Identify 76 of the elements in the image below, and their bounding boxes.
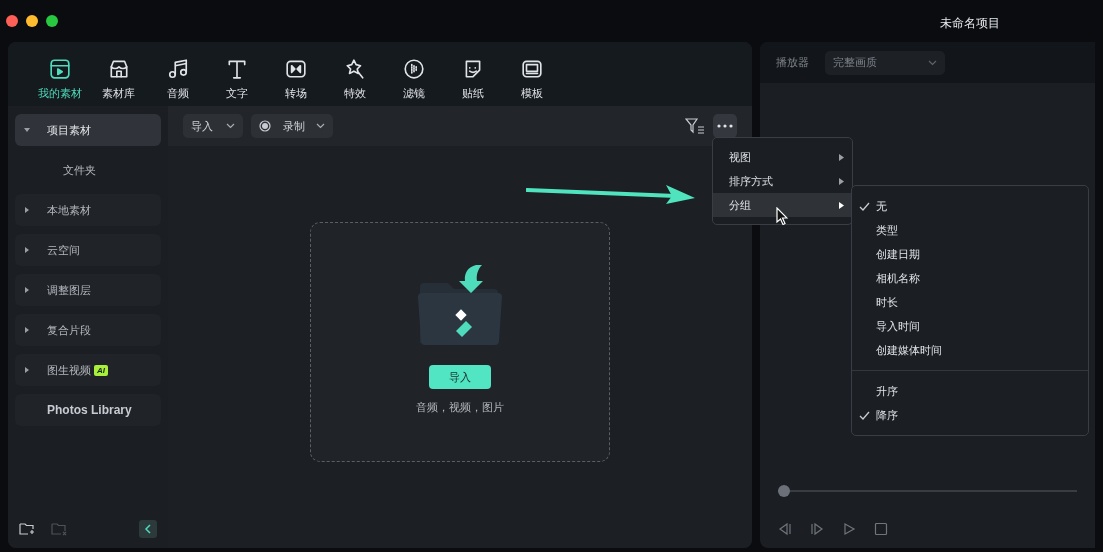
chevron-down-icon <box>316 123 325 129</box>
stop-icon[interactable] <box>874 522 888 536</box>
submenu-arrow-icon <box>839 177 844 185</box>
submenu-arrow-icon <box>839 153 844 161</box>
tab[interactable]: 音频 <box>148 58 207 106</box>
filter-circle-icon <box>402 58 425 80</box>
minimize-button[interactable] <box>26 15 38 27</box>
submenu-arrow-icon <box>839 201 844 209</box>
chevron-left-icon <box>144 524 152 534</box>
supported-formats-text: 音频，视频，图片 <box>416 400 504 415</box>
sidebar-item[interactable]: 云空间 <box>15 234 161 266</box>
more-button[interactable] <box>713 114 737 138</box>
import-button[interactable]: 导入 <box>429 365 491 389</box>
submenu-item[interactable]: 导入时间 <box>852 314 1088 338</box>
template-icon <box>520 58 543 80</box>
submenu-item[interactable]: 无 <box>852 194 1088 218</box>
submenu-item[interactable]: 降序 <box>852 403 1088 427</box>
caret-right-icon <box>23 326 31 334</box>
quality-dropdown[interactable]: 完整画质 <box>825 50 945 75</box>
menu-item[interactable]: 排序方式 <box>713 169 852 193</box>
submenu-item[interactable]: 类型 <box>852 218 1088 242</box>
import-dropdown[interactable]: 导入 <box>183 114 243 138</box>
sidebar-item[interactable]: Photos Library <box>15 394 161 426</box>
tab[interactable]: 特效 <box>325 58 384 106</box>
mouse-cursor-icon <box>776 207 788 225</box>
submenu-item[interactable]: 相机名称 <box>852 266 1088 290</box>
more-icon <box>717 124 733 128</box>
media-icon <box>48 58 71 80</box>
transition-icon <box>284 58 307 80</box>
previous-frame-icon[interactable] <box>778 522 792 536</box>
collapse-button[interactable] <box>139 520 157 538</box>
chevron-down-icon <box>226 123 235 129</box>
play-icon[interactable] <box>842 522 856 536</box>
tab[interactable]: 滤镜 <box>384 58 443 106</box>
progress-thumb[interactable] <box>778 485 790 497</box>
submenu-item[interactable]: 升序 <box>852 379 1088 403</box>
store-icon <box>107 58 130 80</box>
sidebar-item[interactable]: 图生视频 AI <box>15 354 161 386</box>
close-button[interactable] <box>6 15 18 27</box>
caret-down-icon <box>23 126 31 134</box>
sidebar-item[interactable]: 本地素材 <box>15 194 161 226</box>
tab[interactable]: 贴纸 <box>443 58 502 106</box>
new-folder-icon[interactable] <box>19 522 35 536</box>
checkmark-icon <box>859 410 870 420</box>
zoom-button[interactable] <box>46 15 58 27</box>
tab[interactable]: 文字 <box>207 58 266 106</box>
chevron-down-icon <box>928 59 937 66</box>
record-dropdown[interactable]: 录制 <box>251 114 333 138</box>
ai-badge: AI <box>94 364 108 376</box>
menu-item[interactable]: 分组 <box>713 193 852 217</box>
music-note-icon <box>166 58 189 80</box>
caret-right-icon <box>23 206 31 214</box>
sidebar-item[interactable]: 调整图层 <box>15 274 161 306</box>
player-label: 播放器 <box>776 55 809 71</box>
window-title: 未命名项目 <box>940 15 1000 32</box>
sidebar-subitem[interactable]: 文件夹 <box>15 154 161 186</box>
filter-icon[interactable] <box>685 117 705 135</box>
caret-right-icon <box>23 246 31 254</box>
sidebar-item[interactable]: 项目素材 <box>15 114 161 146</box>
sidebar-item[interactable]: 复合片段 <box>15 314 161 346</box>
tab[interactable]: 素材库 <box>89 58 148 106</box>
submenu-item[interactable]: 创建日期 <box>852 242 1088 266</box>
text-icon <box>225 58 248 80</box>
record-icon <box>259 120 271 132</box>
caret-right-icon <box>23 366 31 374</box>
tab[interactable]: 转场 <box>266 58 325 106</box>
checkmark-icon <box>859 201 870 211</box>
caret-right-icon <box>23 286 31 294</box>
submenu-item[interactable]: 创建媒体时间 <box>852 338 1088 362</box>
progress-slider[interactable] <box>778 485 1077 497</box>
next-frame-icon[interactable] <box>810 522 824 536</box>
drop-zone[interactable]: 导入 音频，视频，图片 <box>310 222 610 462</box>
submenu-item[interactable]: 时长 <box>852 290 1088 314</box>
menu-item[interactable]: 视图 <box>713 145 852 169</box>
tab[interactable]: 模板 <box>502 58 561 106</box>
tab[interactable]: 我的素材 <box>30 58 89 106</box>
